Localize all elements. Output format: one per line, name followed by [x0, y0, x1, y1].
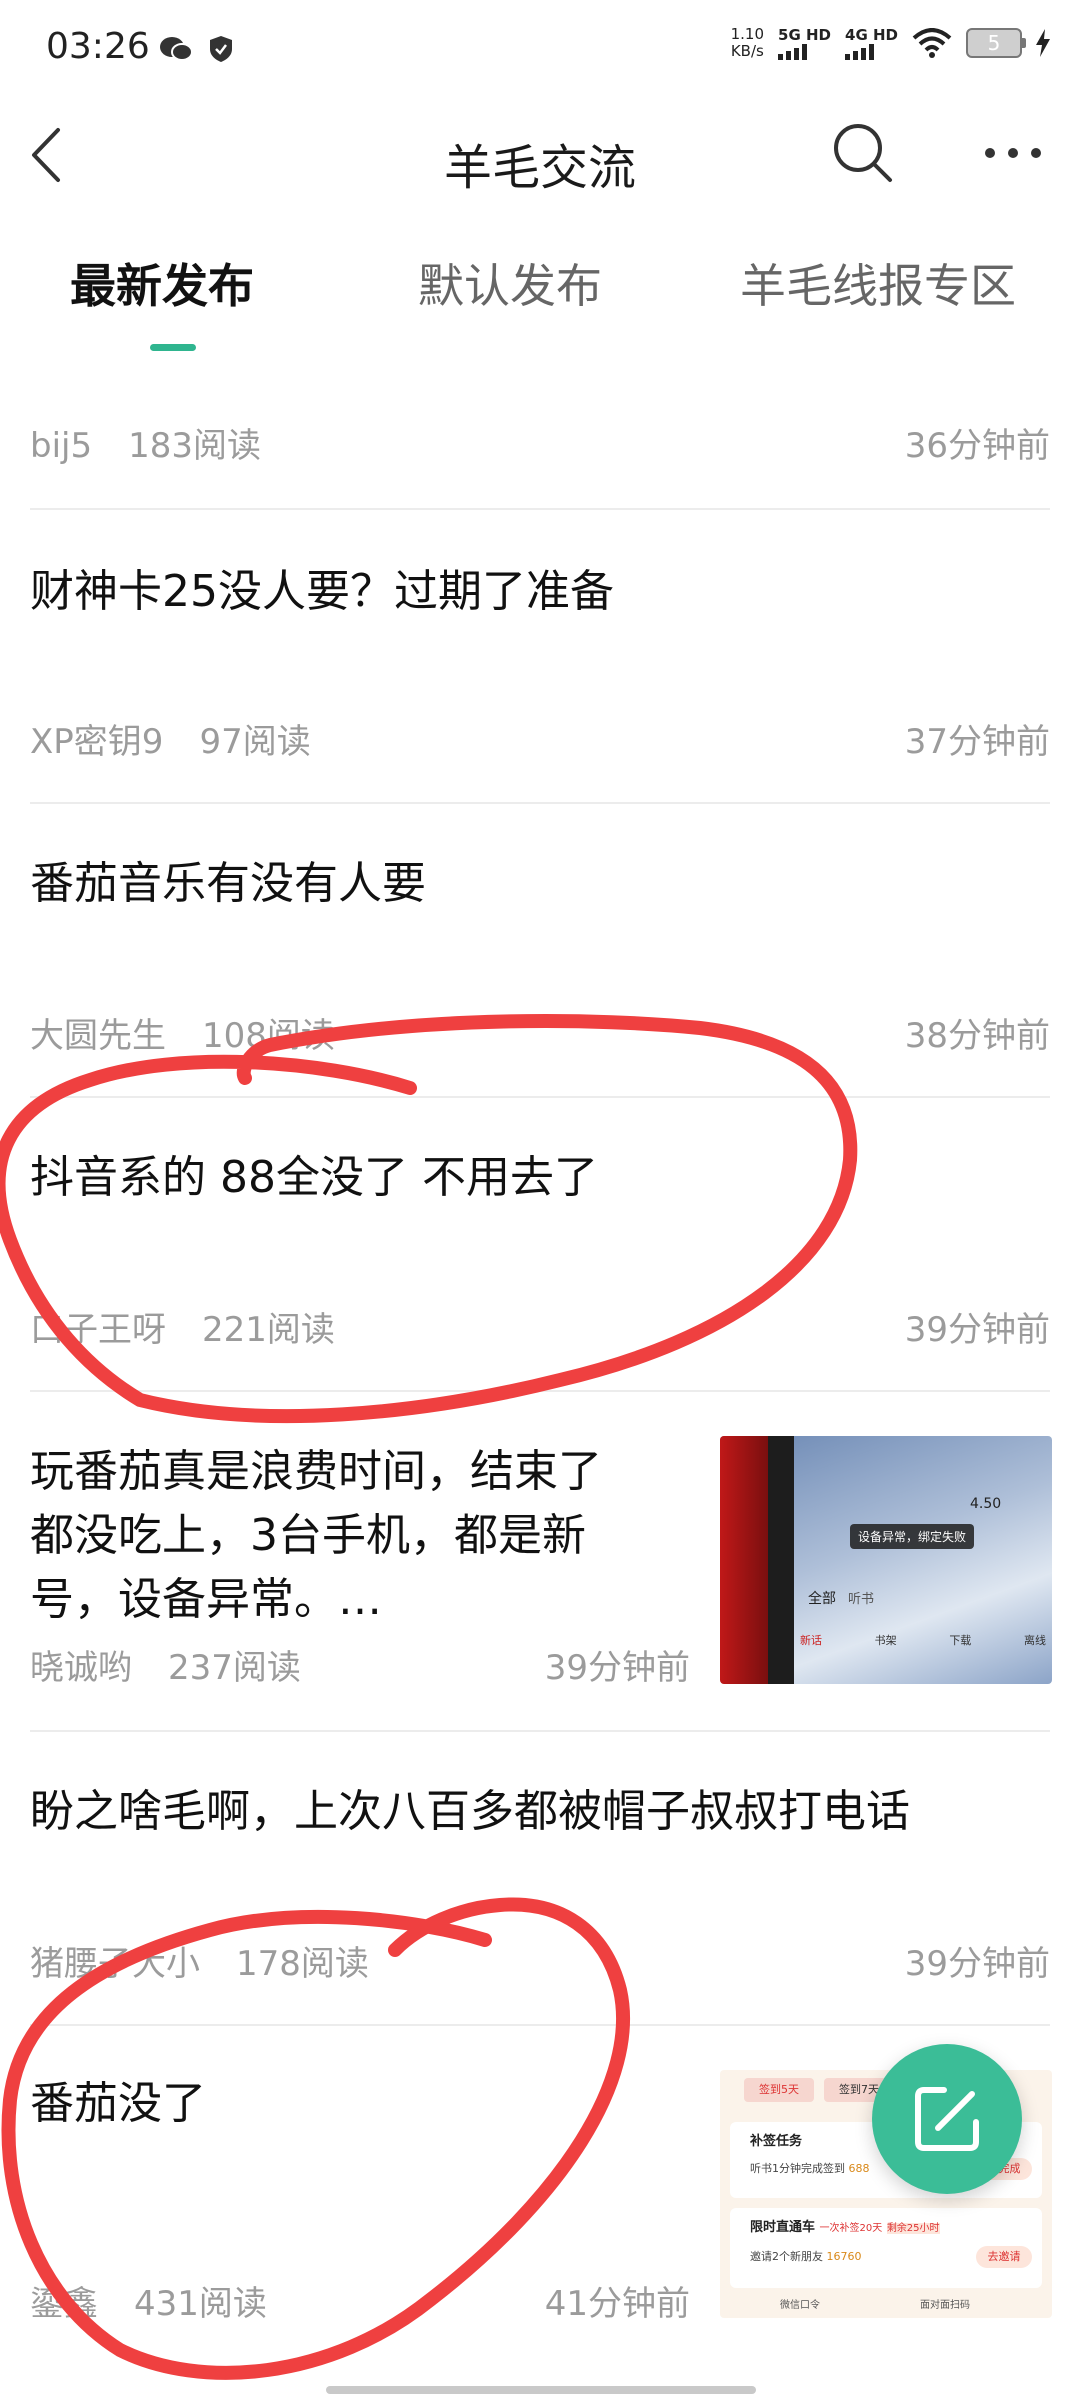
thumbnail-caption: 设备异常，绑定失败 [850, 1524, 975, 1549]
wifi-icon [912, 28, 952, 58]
tab-default[interactable]: 默认发布 [418, 250, 602, 316]
tab-latest[interactable]: 最新发布 [70, 250, 254, 316]
post-thumbnail[interactable]: 设备异常，绑定失败 4.50 全部 听书 新话 书架 下载 离线 [720, 1436, 1052, 1684]
post-reads: 237阅读 [168, 1648, 301, 1688]
post-author: 猪腰子大小 [30, 1944, 200, 1984]
annotation-circle-1 [0, 1014, 858, 1424]
page-title: 羊毛交流 [443, 140, 636, 196]
post-author: bij5 [30, 426, 93, 466]
tab-deals-zone[interactable]: 羊毛线报专区 [740, 250, 1016, 316]
post-meta: XP密钥9 97阅读 37分钟前 [30, 714, 1050, 763]
post-time: 36分钟前 [904, 426, 1050, 466]
post-reads: 97阅读 [199, 722, 311, 762]
post-meta: 晓诚哟 237阅读 39分钟前 [30, 1640, 690, 1689]
post-time: 39分钟前 [904, 1944, 1050, 1984]
sim2-signal: 4G HD [845, 26, 898, 60]
signal-bars-icon [778, 43, 831, 60]
active-tab-indicator [150, 344, 196, 351]
post-reads: 221阅读 [202, 1310, 335, 1350]
shield-icon [210, 36, 232, 62]
post-author: 鎏鑫 [30, 2284, 98, 2324]
divider [30, 1390, 1050, 1392]
post-time: 39分钟前 [904, 1310, 1050, 1350]
post-meta: 猪腰子大小 178阅读 39分钟前 [30, 1936, 1050, 1985]
post-time: 37分钟前 [904, 722, 1050, 762]
battery-icon: 5 [966, 28, 1026, 58]
post-author: 口子王呀 [30, 1310, 166, 1350]
post-author: XP密钥9 [30, 722, 164, 762]
post-reads: 183阅读 [128, 426, 262, 466]
post-author: 大圆先生 [30, 1016, 166, 1056]
divider [30, 1730, 1050, 1732]
search-icon [834, 124, 892, 182]
charging-icon [1036, 29, 1050, 57]
post-title: 财神卡25没人要？过期了准备 [30, 566, 614, 617]
post-title: 番茄音乐有没有人要 [30, 858, 426, 909]
post-reads: 178阅读 [236, 1944, 369, 1984]
divider [30, 1096, 1050, 1098]
status-bar: 03:26 1.10 KB/s 5G HD 4G HD 5 [0, 0, 1080, 100]
app-header: 羊毛交流 [0, 100, 1080, 210]
net-speed: 1.10 KB/s [730, 25, 765, 60]
signal-bars-icon [845, 43, 898, 60]
post-meta: 鎏鑫 431阅读 41分钟前 [30, 2276, 690, 2325]
post-meta: 大圆先生 108阅读 38分钟前 [30, 1008, 1050, 1057]
sim1-signal: 5G HD [778, 26, 831, 60]
post-meta: bij5 183阅读 36分钟前 [30, 418, 1050, 467]
post-reads: 431阅读 [134, 2284, 267, 2324]
post-title: 盼之啥毛啊，上次八百多都被帽子叔叔打电话 [30, 1786, 910, 1837]
post-meta: 口子王呀 221阅读 39分钟前 [30, 1302, 1050, 1351]
post-title: 玩番茄真是浪费时间，结束了 都没吃上，3台手机，都是新 号，设备异常。… [30, 1446, 602, 1625]
status-time: 03:26 [46, 26, 150, 67]
divider [30, 508, 1050, 510]
divider [30, 802, 1050, 804]
tab-bar: 最新发布 默认发布 羊毛线报专区 [0, 250, 1080, 351]
more-button[interactable] [980, 120, 1046, 186]
compose-button[interactable] [872, 2044, 1022, 2194]
post-time: 38分钟前 [904, 1016, 1050, 1056]
more-icon [985, 148, 1041, 158]
divider [30, 2024, 1050, 2026]
post-time: 41分钟前 [544, 2284, 690, 2324]
post-title: 抖音系的 88全没了 不用去了 [30, 1152, 598, 1203]
post-time: 39分钟前 [544, 1648, 690, 1688]
post-title: 番茄没了 [30, 2078, 206, 2129]
wechat-icon [160, 37, 193, 61]
post-reads: 108阅读 [202, 1016, 335, 1056]
search-button[interactable] [830, 120, 896, 186]
home-indicator[interactable] [326, 2386, 756, 2394]
post-author: 晓诚哟 [30, 1648, 132, 1688]
compose-icon [915, 2087, 979, 2151]
